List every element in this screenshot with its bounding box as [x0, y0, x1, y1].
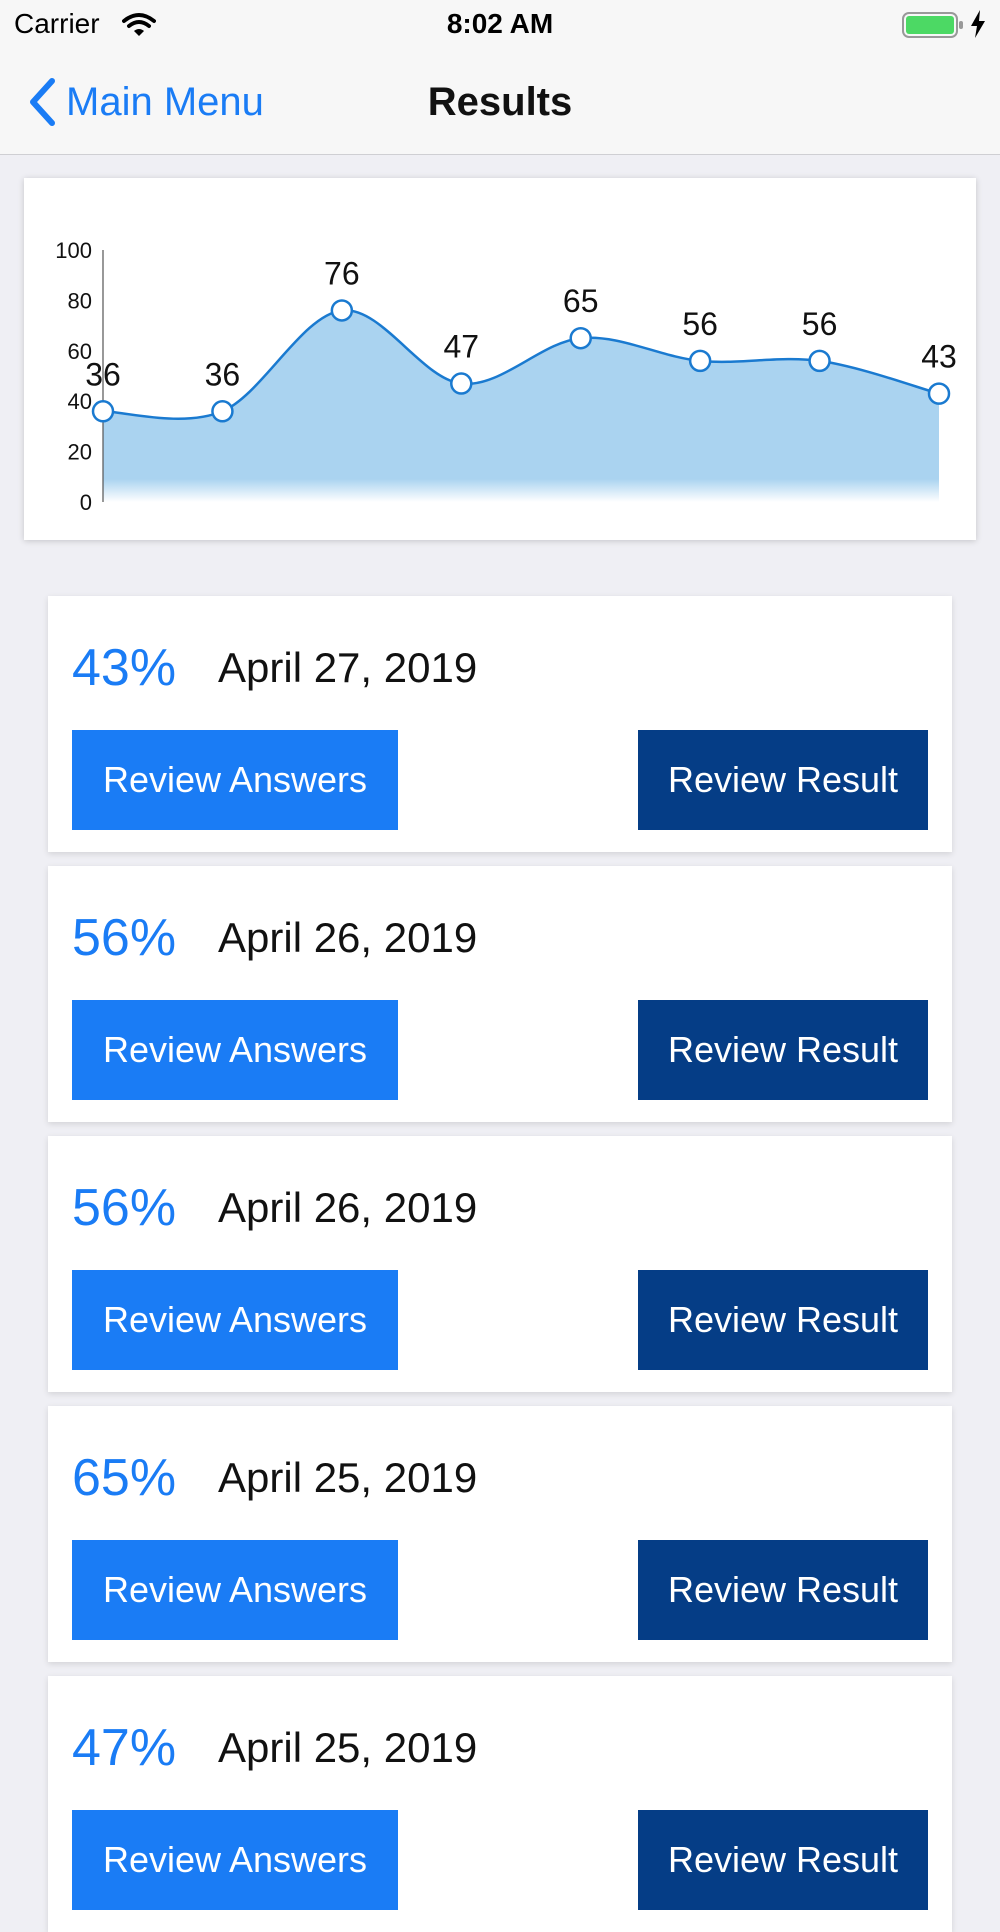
result-card: 56% April 26, 2019 Review Answers Review Re…: [48, 1136, 952, 1392]
page-title: Results: [427, 80, 573, 124]
data-point: [211, 400, 234, 423]
score-area-chart: 02040608010036 3676476556 5643: [55, 238, 957, 515]
data-label: 56: [682, 306, 718, 342]
review-answers-button[interactable]: Review Answers: [72, 730, 398, 830]
result-score: 47%: [72, 1719, 177, 1777]
result-card: 43% April 27, 2019 Review Answers Review Re…: [48, 596, 952, 852]
data-point: [91, 400, 115, 423]
review-result-button[interactable]: Review Result: [638, 1540, 928, 1640]
status-bar: Carrier 8:02 AM: [0, 0, 1000, 50]
status-time: 8:02 AM: [446, 8, 554, 39]
results-chart-card: 0 20 40 60 80 100 36 36 76 47 65 56 56 43: [24, 178, 976, 540]
result-date: April 25, 2019: [218, 1454, 478, 1501]
data-point: [927, 382, 951, 405]
y-tick-label: 100: [55, 238, 92, 263]
review-result-button[interactable]: Review Result: [638, 1810, 928, 1910]
result-date: April 27, 2019: [218, 644, 478, 691]
review-answers-button[interactable]: Review Answers: [72, 1000, 398, 1100]
result-date: April 26, 2019: [218, 914, 478, 961]
review-answers-button[interactable]: Review Answers: [72, 1540, 398, 1640]
data-label: 65: [563, 283, 599, 319]
y-tick-label: 0: [80, 490, 92, 515]
result-score: 65%: [72, 1449, 177, 1507]
result-date: April 26, 2019: [218, 1184, 478, 1231]
charging-bolt-icon: [970, 10, 986, 45]
data-label: 47: [443, 329, 479, 365]
result-score: 56%: [72, 909, 177, 967]
data-label: 76: [324, 255, 360, 291]
review-result-button[interactable]: Review Result: [638, 1270, 928, 1370]
data-label: 36: [205, 356, 241, 392]
data-label: 56: [802, 306, 838, 342]
result-card: 65% April 25, 2019 Review Answers Review Re…: [48, 1406, 952, 1662]
review-result-button[interactable]: Review Result: [638, 730, 928, 830]
data-label: 36: [85, 356, 121, 392]
review-answers-button[interactable]: Review Answers: [72, 1810, 398, 1910]
data-point: [569, 326, 592, 350]
y-tick-label: 20: [68, 440, 92, 465]
result-score: 56%: [72, 1179, 177, 1237]
data-point: [808, 349, 831, 373]
data-point: [450, 372, 473, 395]
result-card: 56% April 26, 2019 Review Answers Review Re…: [48, 866, 952, 1122]
data-point: [688, 349, 712, 373]
result-score: 43%: [72, 639, 177, 697]
result-date: April 25, 2019: [218, 1724, 478, 1771]
y-tick-label: 80: [68, 288, 92, 313]
review-result-button[interactable]: Review Result: [638, 1000, 928, 1100]
data-label: 43: [921, 339, 957, 375]
y-tick-label: 40: [68, 389, 92, 414]
battery-icon: [902, 11, 964, 46]
data-point: [330, 299, 354, 322]
review-answers-button[interactable]: Review Answers: [72, 1270, 398, 1370]
result-card: 47% April 25, 2019 Review Answers Review Re…: [48, 1676, 952, 1932]
navigation-bar: Main Menu Results: [0, 50, 1000, 155]
